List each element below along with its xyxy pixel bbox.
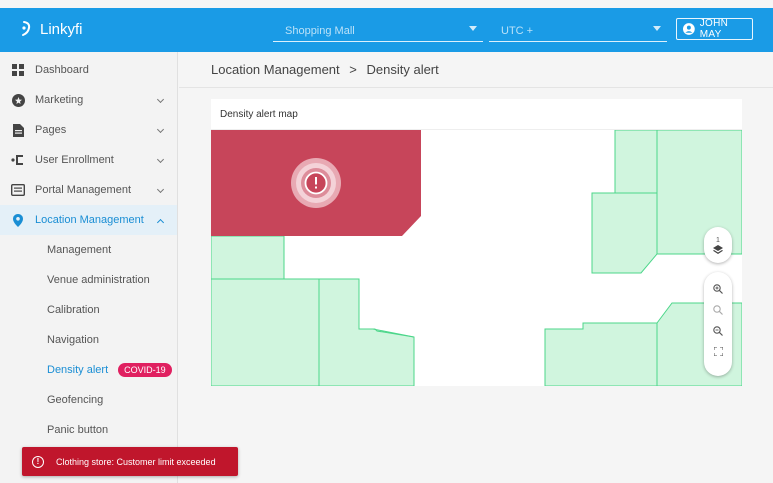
sidebar-item-label: Dashboard	[35, 64, 89, 76]
venue-select[interactable]: Shopping Mall	[273, 20, 483, 42]
density-map-card: Density alert map 1	[211, 99, 742, 386]
dashboard-icon	[11, 63, 25, 77]
map-zone	[544, 322, 658, 386]
sidebar-subitem-navigation[interactable]: Navigation	[0, 325, 177, 355]
user-enrollment-icon	[11, 153, 25, 167]
sidebar-item-marketing[interactable]: Marketing	[0, 85, 177, 115]
timezone-select[interactable]: UTC +	[489, 20, 667, 42]
sidebar-subitem-panic-button[interactable]: Panic button	[0, 415, 177, 445]
fullscreen-icon[interactable]	[713, 347, 723, 356]
sidebar-item-location-management[interactable]: Location Management	[0, 205, 177, 235]
sidebar-item-label: User Enrollment	[35, 154, 114, 166]
sidebar-item-user-enrollment[interactable]: User Enrollment	[0, 145, 177, 175]
sidebar: Dashboard Marketing Pages User Enrollmen…	[0, 52, 178, 483]
sidebar-subitem-label: Venue administration	[47, 274, 150, 286]
sidebar-subitem-label: Navigation	[47, 334, 99, 346]
chevron-down-icon	[156, 155, 165, 164]
chevron-up-icon	[156, 218, 165, 227]
breadcrumb: Location Management > Density alert	[211, 62, 439, 77]
floor-selector[interactable]: 1	[704, 227, 732, 263]
sidebar-item-label: Marketing	[35, 94, 84, 106]
sidebar-subitem-label: Geofencing	[47, 394, 104, 406]
user-name: JOHN MAY	[699, 18, 729, 40]
zoom-out-icon[interactable]	[713, 326, 723, 336]
floor-map[interactable]	[211, 130, 742, 386]
sidebar-subitem-density-alert[interactable]: Density alert COVID-19	[0, 355, 177, 385]
sidebar-item-portal-management[interactable]: Portal Management	[0, 175, 177, 205]
header-divider	[179, 87, 773, 88]
sidebar-item-label: Location Management	[35, 214, 144, 226]
layers-icon	[713, 245, 723, 254]
covid-badge: COVID-19	[118, 363, 172, 377]
chevron-down-icon	[156, 125, 165, 134]
map-zone	[591, 192, 658, 274]
sidebar-item-label: Portal Management	[35, 184, 131, 196]
card-title: Density alert map	[211, 99, 742, 130]
zoom-in-icon[interactable]	[713, 284, 723, 294]
alert-icon: !	[32, 455, 44, 468]
sidebar-subitem-calibration[interactable]: Calibration	[0, 295, 177, 325]
user-icon	[683, 23, 695, 35]
top-bar: Linkyfi Shopping Mall UTC + JOHN MAY	[0, 8, 773, 52]
pages-icon	[11, 123, 25, 137]
sidebar-subitem-label: Management	[47, 244, 112, 256]
portal-icon	[11, 183, 25, 197]
sidebar-item-pages[interactable]: Pages	[0, 115, 177, 145]
user-menu-button[interactable]: JOHN MAY	[676, 18, 753, 40]
sidebar-item-dashboard[interactable]: Dashboard	[0, 55, 177, 85]
sidebar-subitem-label: Panic button	[47, 424, 109, 436]
zoom-controls	[704, 272, 732, 376]
sidebar-subitem-label: Calibration	[47, 304, 100, 316]
sidebar-subitem-venue-administration[interactable]: Venue administration	[0, 265, 177, 295]
chevron-down-icon	[156, 95, 165, 104]
map-zone	[211, 235, 285, 281]
alert-toast[interactable]: ! Clothing store: Customer limit exceede…	[22, 447, 238, 476]
brand-name: Linkyfi	[40, 20, 83, 38]
chevron-down-icon	[653, 26, 661, 31]
floor-number: 1	[716, 237, 720, 244]
venue-select-value: Shopping Mall	[285, 24, 355, 37]
sidebar-item-label: Pages	[35, 124, 67, 136]
map-zone	[211, 278, 320, 386]
breadcrumb-separator: >	[349, 62, 357, 77]
linkyfi-logo-icon	[22, 21, 31, 36]
timezone-select-value: UTC +	[501, 24, 534, 37]
chevron-down-icon	[156, 185, 165, 194]
chevron-down-icon	[469, 26, 477, 31]
breadcrumb-parent[interactable]: Location Management	[211, 62, 340, 77]
marketing-icon	[11, 93, 25, 107]
logo[interactable]: Linkyfi	[20, 19, 83, 39]
map-zone	[614, 130, 659, 194]
toast-message: Clothing store: Customer limit exceeded	[56, 456, 216, 467]
zoom-reset-icon[interactable]	[713, 305, 723, 315]
sidebar-subitem-management[interactable]: Management	[0, 235, 177, 265]
sidebar-subitem-geofencing[interactable]: Geofencing	[0, 385, 177, 415]
location-pin-icon	[11, 213, 25, 227]
breadcrumb-current: Density alert	[366, 62, 439, 77]
alert-marker-icon	[291, 158, 341, 208]
sidebar-subitem-label: Density alert	[47, 364, 109, 376]
